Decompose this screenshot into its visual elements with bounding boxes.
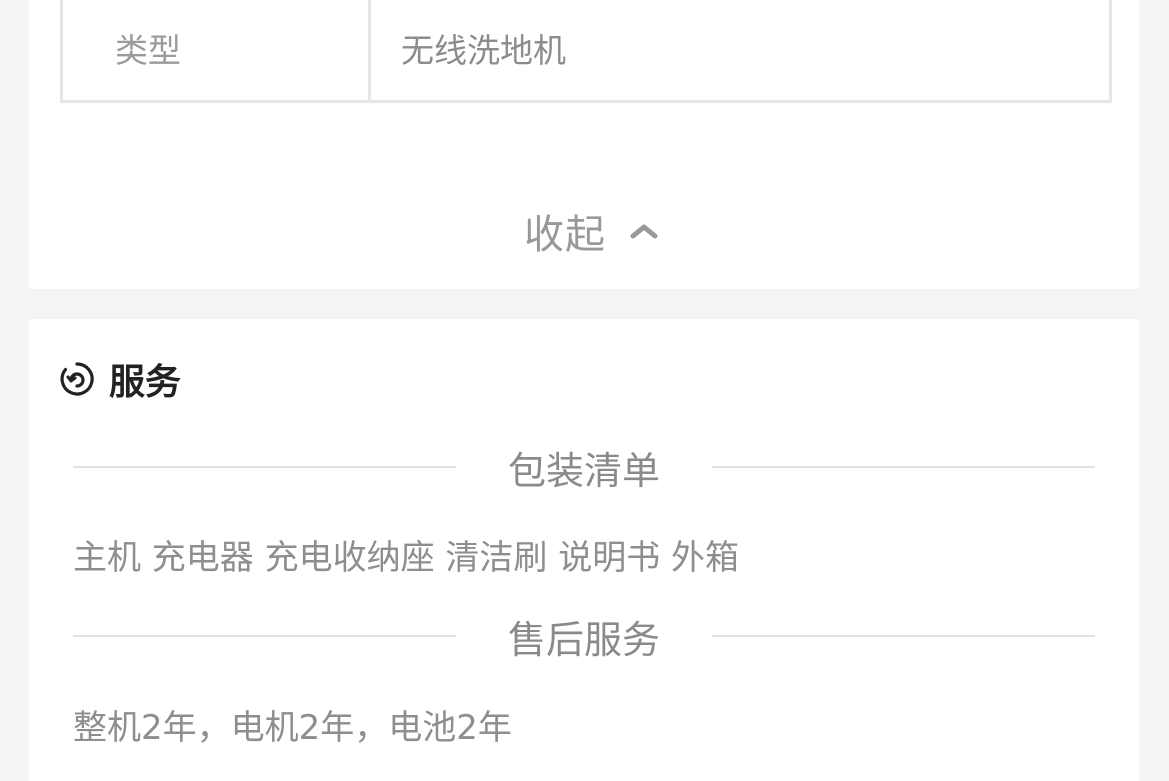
spec-table: 类型 无线洗地机 — [60, 0, 1112, 103]
packing-list-divider: 包装清单 — [73, 442, 1095, 493]
collapse-label: 收起 — [524, 212, 606, 258]
service-title: 服务 — [109, 362, 182, 403]
service-header: 服务 — [59, 357, 181, 403]
after-sales-divider: 售后服务 — [73, 611, 1095, 662]
divider-line-right — [712, 466, 1095, 468]
spec-key-type: 类型 — [63, 0, 371, 100]
spec-card: 类型 无线洗地机 收起 — [29, 0, 1139, 289]
after-sales-heading: 售后服务 — [507, 617, 660, 662]
divider-line-left — [73, 635, 456, 637]
packing-list-heading: 包装清单 — [507, 448, 660, 493]
divider-line-left — [73, 466, 456, 468]
spec-value-type: 无线洗地机 — [401, 31, 566, 70]
collapse-button[interactable]: 收起 — [29, 196, 1139, 266]
chevron-up-icon — [624, 211, 664, 251]
after-sales-content: 整机2年，电机2年，电池2年 — [73, 708, 512, 748]
service-refresh-icon — [59, 361, 95, 397]
packing-list-content: 主机 充电器 充电收纳座 清洁刷 说明书 外箱 — [73, 538, 740, 578]
divider-line-right — [712, 635, 1095, 637]
service-card: 服务 包装清单 主机 充电器 充电收纳座 清洁刷 说明书 外箱 售后服务 整机2… — [29, 319, 1139, 781]
